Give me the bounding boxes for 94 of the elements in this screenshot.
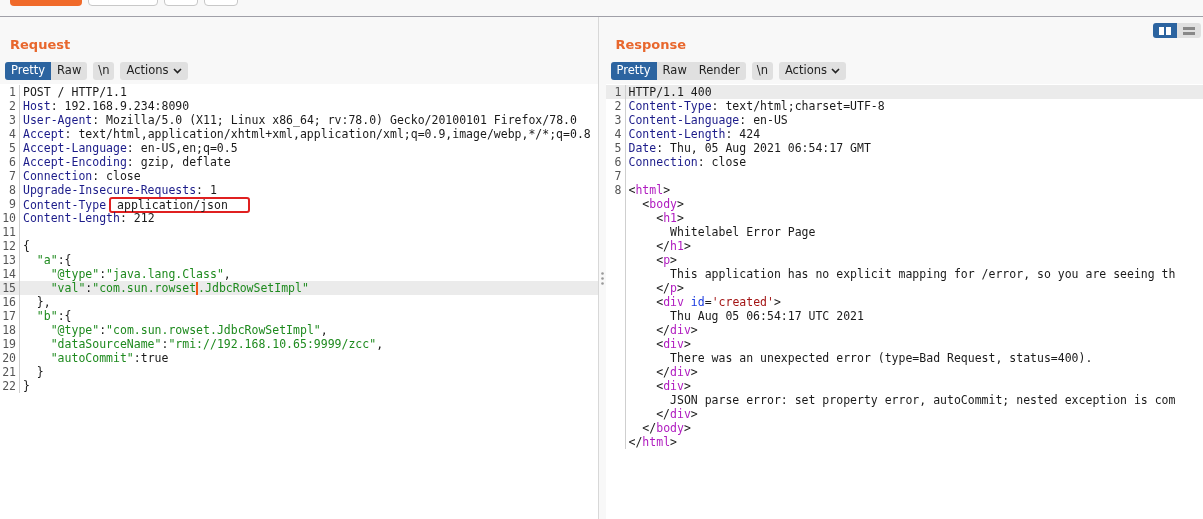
split-columns-icon[interactable] bbox=[1153, 23, 1177, 38]
line-number: 5 bbox=[614, 141, 622, 155]
code-line: Date: Thu, 05 Aug 2021 06:54:17 GMT bbox=[627, 141, 871, 155]
code-line: <div> bbox=[655, 337, 691, 351]
code-line: <p> bbox=[655, 253, 677, 267]
line-number: 15 bbox=[2, 281, 16, 295]
line-number: 1 bbox=[9, 85, 16, 99]
split-rows-icon[interactable] bbox=[1177, 23, 1201, 38]
code-line: Upgrade-Insecure-Requests: 1 bbox=[22, 183, 217, 197]
code-line: User-Agent: Mozilla/5.0 (X11; Linux x86_64; rv:78.0) Gecko/20100101 Firefox/78.0 bbox=[22, 113, 577, 127]
code-line: Content-Length: 212 bbox=[22, 211, 155, 225]
code-line: Content-Length: 424 bbox=[627, 127, 761, 141]
line-number: 9 bbox=[9, 197, 16, 211]
line-number: 8 bbox=[9, 183, 16, 197]
code-line: There was an unexpected error (type=Bad Request, status=400). bbox=[669, 351, 1093, 365]
line-number: 20 bbox=[2, 351, 16, 365]
code-line: Thu Aug 05 06:54:17 UTC 2021 bbox=[669, 309, 864, 323]
code-line: "autoCommit":true bbox=[49, 351, 169, 365]
view-tab[interactable]: Render bbox=[692, 62, 746, 80]
code-line: "dataSourceName":"rmi://192.168.10.65:9999/zcc", bbox=[49, 337, 384, 351]
view-tab[interactable]: Raw bbox=[656, 62, 693, 80]
view-tab[interactable]: Pretty bbox=[5, 62, 52, 80]
code-line: </div> bbox=[655, 407, 698, 421]
code-line: Content-Language: en-US bbox=[627, 113, 788, 127]
line-number: 4 bbox=[614, 127, 622, 141]
code-line: "b":{ bbox=[35, 309, 72, 323]
code-line: Host: 192.168.9.234:8090 bbox=[22, 99, 190, 113]
code-line: } bbox=[22, 379, 30, 393]
actions-button[interactable]: Actions bbox=[120, 62, 188, 80]
line-number: 7 bbox=[614, 169, 622, 183]
pane-title: Request bbox=[10, 36, 71, 54]
line-number: 6 bbox=[614, 155, 622, 169]
line-number: 7 bbox=[9, 169, 16, 183]
code-line: "@type":"java.lang.Class", bbox=[49, 267, 231, 281]
code-line: </div> bbox=[655, 323, 698, 337]
code-line: JSON parse error: set property error, autoCommit; nested exception is com bbox=[669, 393, 1176, 407]
line-number: 19 bbox=[2, 337, 16, 351]
code-line: </div> bbox=[655, 365, 698, 379]
code-line: Accept-Encoding: gzip, deflate bbox=[22, 155, 231, 169]
line-number: 10 bbox=[2, 211, 16, 225]
line-number: 21 bbox=[2, 365, 16, 379]
code-line: Connection: close bbox=[627, 155, 747, 169]
chevron-down-icon bbox=[172, 68, 182, 74]
code-line: Content-Type: text/html;charset=UTF-8 bbox=[627, 99, 885, 113]
actions-button[interactable]: Actions bbox=[778, 62, 846, 80]
line-number: 1 bbox=[614, 85, 622, 99]
code-line: { bbox=[22, 239, 30, 253]
line-number: 17 bbox=[2, 309, 16, 323]
annotation-box: application/json bbox=[109, 197, 250, 213]
line-number: 16 bbox=[2, 295, 16, 309]
line-number: 4 bbox=[9, 127, 16, 141]
line-number: 5 bbox=[9, 141, 16, 155]
line-number: 2 bbox=[9, 99, 16, 113]
code-line: "a":{ bbox=[35, 253, 72, 267]
line-number: 8 bbox=[614, 183, 622, 197]
line-number: 22 bbox=[2, 379, 16, 393]
pane-title: Response bbox=[615, 36, 687, 54]
code-line: </body> bbox=[641, 421, 691, 435]
line-number: 18 bbox=[2, 323, 16, 337]
drag-handle-icon[interactable] bbox=[600, 271, 604, 285]
code-line: } bbox=[35, 365, 44, 379]
code-line: <h1> bbox=[655, 211, 684, 225]
line-number: 6 bbox=[9, 155, 16, 169]
line-number: 11 bbox=[2, 225, 16, 239]
code-line: Accept: text/html,application/xhtml+xml,application/xml;q=0.9,image/webp,*/*;q=0.8 bbox=[22, 127, 591, 141]
code-line: Connection: close bbox=[22, 169, 141, 183]
code-line: <div id='created'> bbox=[655, 295, 781, 309]
line-number: 3 bbox=[614, 113, 622, 127]
line-number: 2 bbox=[614, 99, 622, 113]
code-line: <body> bbox=[641, 197, 684, 211]
code-line: POST / HTTP/1.1 bbox=[22, 85, 127, 99]
code-line: </html> bbox=[627, 435, 677, 449]
code-line: Whitelabel Error Page bbox=[669, 225, 816, 239]
code-line: </p> bbox=[655, 281, 684, 295]
view-tab[interactable]: Raw bbox=[51, 62, 88, 80]
newline-button[interactable]: \n bbox=[93, 62, 115, 80]
code-line: }, bbox=[35, 295, 51, 309]
code-line: <div> bbox=[655, 379, 691, 393]
line-number: 13 bbox=[2, 253, 16, 267]
line-number: 3 bbox=[9, 113, 16, 127]
view-tab[interactable]: Pretty bbox=[610, 62, 657, 80]
line-number: 12 bbox=[2, 239, 16, 253]
chevron-down-icon bbox=[830, 68, 840, 74]
code-line: "val":"com.sun.rowset .JdbcRowSetImpl" bbox=[49, 281, 309, 295]
newline-button[interactable]: \n bbox=[751, 62, 773, 80]
line-number: 14 bbox=[2, 267, 16, 281]
code-line: HTTP/1.1 400 bbox=[627, 85, 712, 99]
text-cursor bbox=[196, 282, 199, 295]
code-line: <html> bbox=[627, 183, 671, 197]
code-line: This application has no explicit mapping for /error, so you are seeing th bbox=[669, 267, 1176, 281]
code-line: Accept-Language: en-US,en;q=0.5 bbox=[22, 141, 238, 155]
code-line: "@type":"com.sun.rowset.JdbcRowSetImpl", bbox=[49, 323, 328, 337]
code-line: </h1> bbox=[655, 239, 691, 253]
code-line: Content-Type application/json bbox=[20, 197, 250, 211]
